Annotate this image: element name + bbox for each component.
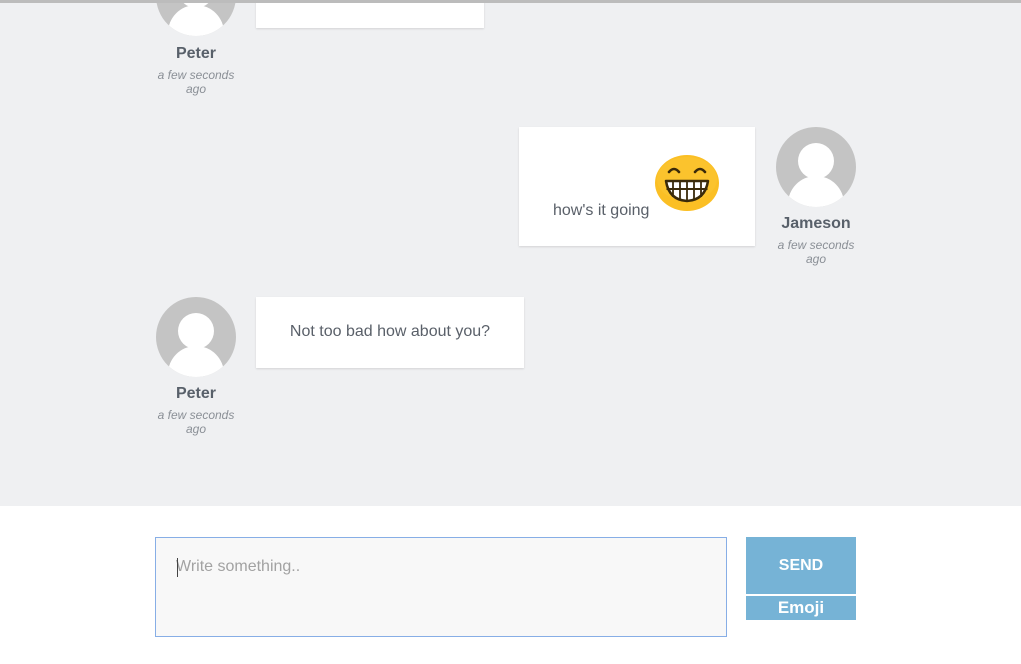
text-cursor (177, 558, 178, 577)
message-author: Peter (175, 385, 217, 402)
message-text: Not too bad how about you? (289, 323, 491, 340)
message-bubble (256, 3, 484, 28)
emoji-button[interactable]: Emoji (746, 596, 856, 620)
message-bubble: how's it going (519, 127, 755, 246)
message-timestamp: a few seconds ago (157, 408, 235, 436)
message-text: how's it going (553, 202, 650, 219)
grinning-face-icon (655, 155, 719, 211)
chat-history[interactable]: Peter a few seconds ago how's it going J… (0, 3, 1021, 506)
message-input[interactable] (155, 537, 727, 637)
message-author: Peter (175, 45, 217, 62)
message-timestamp: a few seconds ago (157, 68, 235, 96)
message-timestamp: a few seconds ago (777, 238, 855, 266)
avatar-jameson (776, 127, 856, 207)
avatar-peter (156, 3, 236, 36)
send-button[interactable]: SEND (746, 537, 856, 594)
message-author: Jameson (781, 215, 851, 232)
message-bubble: Not too bad how about you? (256, 297, 524, 368)
avatar-peter (156, 297, 236, 377)
